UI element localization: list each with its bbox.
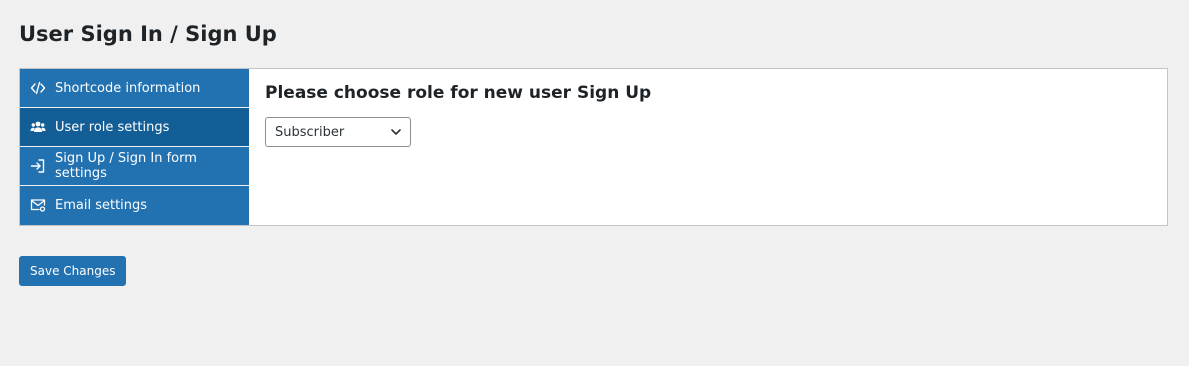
sidebar-item-label: Shortcode information <box>55 80 201 96</box>
section-heading: Please choose role for new user Sign Up <box>265 83 652 103</box>
sidebar-item-label: Email settings <box>55 197 148 213</box>
sidebar-item-label: Sign Up / Sign In form settings <box>55 151 197 181</box>
sidebar-item-user-role-settings[interactable]: User role settings <box>20 108 249 147</box>
sidebar-item-shortcode-information[interactable]: Shortcode information <box>20 69 249 108</box>
sidebar-item-sign-up-sign-in-form-settings[interactable]: Sign Up / Sign In form settings <box>20 147 249 186</box>
settings-sidebar: Shortcode information User role settings <box>20 69 249 225</box>
code-icon <box>30 80 46 96</box>
role-select[interactable]: Subscriber <box>265 117 411 147</box>
sidebar-item-email-settings[interactable]: Email settings <box>20 186 249 224</box>
save-changes-button[interactable]: Save Changes <box>19 256 127 286</box>
role-select-value: Subscriber <box>275 124 345 140</box>
chevron-down-icon <box>391 129 401 135</box>
sign-in-icon <box>30 158 46 174</box>
sidebar-item-label: User role settings <box>55 119 170 135</box>
page-title: User Sign In / Sign Up <box>19 22 277 46</box>
email-settings-icon <box>30 197 46 213</box>
users-icon <box>30 119 46 135</box>
settings-content: Please choose role for new user Sign Up … <box>249 69 1167 225</box>
settings-panel: Shortcode information User role settings <box>19 68 1168 226</box>
